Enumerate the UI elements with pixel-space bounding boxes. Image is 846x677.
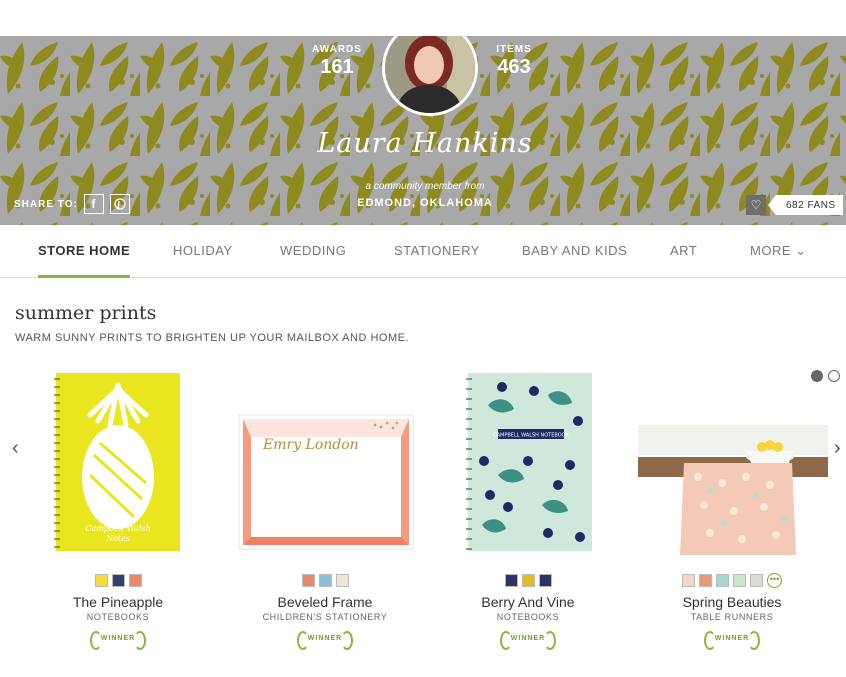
favorite-heart-icon[interactable]: ♡ xyxy=(746,195,766,215)
avatar-portrait xyxy=(385,36,475,113)
swatch-mint[interactable] xyxy=(733,574,746,587)
swatch-navy-2[interactable] xyxy=(538,574,552,587)
items-label: ITEMS xyxy=(496,44,532,55)
carousel-dot-2[interactable] xyxy=(828,370,840,382)
awards-label: AWARDS xyxy=(312,44,362,55)
items-stat: ITEMS 463 xyxy=(474,44,554,79)
tab-wedding[interactable]: WEDDING xyxy=(280,225,346,278)
product-image-berry-and-vine[interactable]: CAMPBELL WALSH NOTEBOOK xyxy=(438,365,618,560)
product-card-spring-beauties[interactable]: ••• Spring Beauties TABLE RUNNERS WINNER xyxy=(638,365,832,650)
share-label: SHARE TO: xyxy=(14,198,78,210)
svg-text:Campbell Walsh: Campbell Walsh xyxy=(85,524,150,533)
swatch-blush[interactable] xyxy=(682,574,695,587)
tab-baby-and-kids[interactable]: BABY AND KIDS xyxy=(522,225,627,278)
winner-badge: WINNER xyxy=(704,630,760,650)
collection-title: summer prints xyxy=(15,302,157,324)
swatch-coral[interactable] xyxy=(699,574,712,587)
product-image-pineapple[interactable]: Campbell Walsh Notes xyxy=(28,365,208,560)
fans-count[interactable]: 682 FANS xyxy=(768,195,843,215)
tab-stationery[interactable]: STATIONERY xyxy=(394,225,480,278)
swatch-coral[interactable] xyxy=(301,574,315,587)
store-nav: STORE HOME HOLIDAY WEDDING STATIONERY BA… xyxy=(0,225,846,278)
swatch-navy[interactable] xyxy=(504,574,518,587)
more-colors-icon[interactable]: ••• xyxy=(767,573,782,588)
tab-holiday[interactable]: HOLIDAY xyxy=(173,225,233,278)
color-swatches: ••• xyxy=(642,573,822,588)
location-text: EDMOND, OKLAHOMA xyxy=(357,197,493,209)
product-card-berry-and-vine[interactable]: CAMPBELL WALSH NOTEBOOK Berry And Vine N… xyxy=(438,365,618,650)
product-image-beveled-frame[interactable]: Emry London xyxy=(235,365,415,560)
facebook-icon[interactable]: f xyxy=(83,194,104,214)
svg-text:CAMPBELL WALSH NOTEBOOK: CAMPBELL WALSH NOTEBOOK xyxy=(493,433,569,439)
svg-text:Emry London: Emry London xyxy=(262,437,359,453)
product-category: NOTEBOOKS xyxy=(496,612,560,622)
tab-store-home[interactable]: STORE HOME xyxy=(38,225,131,278)
product-name[interactable]: Berry And Vine xyxy=(438,594,618,610)
pinterest-icon[interactable] xyxy=(109,194,130,214)
swatch-grey[interactable] xyxy=(750,574,763,587)
product-card-pineapple[interactable]: Campbell Walsh Notes The Pineapple NOTEB… xyxy=(28,365,208,650)
chevron-right-icon[interactable]: › xyxy=(834,437,841,460)
product-category: CHILDREN'S STATIONERY xyxy=(262,612,388,622)
product-category: TABLE RUNNERS xyxy=(690,612,774,622)
product-name[interactable]: Spring Beauties xyxy=(642,594,822,610)
member-text: a community member from xyxy=(365,181,485,192)
swatch-cream[interactable] xyxy=(335,574,349,587)
swatch-yellow[interactable] xyxy=(94,574,108,587)
winner-badge: WINNER xyxy=(90,630,146,650)
awards-stat: AWARDS 161 xyxy=(297,44,377,79)
items-count: 463 xyxy=(497,56,531,78)
tab-art[interactable]: ART xyxy=(670,225,697,278)
product-name[interactable]: Beveled Frame xyxy=(235,594,415,610)
color-swatches xyxy=(235,574,415,587)
product-card-beveled-frame[interactable]: Emry London Beveled Frame CHILDREN'S STA… xyxy=(235,365,415,650)
swatch-aqua[interactable] xyxy=(716,574,729,587)
profile-banner: AWARDS 161 ITEMS 463 Laura Hankins a com… xyxy=(0,36,846,225)
swatch-navy[interactable] xyxy=(111,574,125,587)
swatch-coral[interactable] xyxy=(128,574,142,587)
chevron-left-icon[interactable]: ‹ xyxy=(12,437,19,460)
tab-more[interactable]: MORE ⌄ xyxy=(750,225,807,278)
share-bar: SHARE TO: f xyxy=(14,194,130,214)
svg-text:Notes: Notes xyxy=(105,534,130,543)
product-name[interactable]: The Pineapple xyxy=(28,594,208,610)
swatch-blue[interactable] xyxy=(318,574,332,587)
profile-name-signature: Laura Hankins xyxy=(317,128,533,159)
awards-count: 161 xyxy=(320,56,354,78)
color-swatches xyxy=(28,574,208,587)
product-category: NOTEBOOKS xyxy=(86,612,150,622)
winner-badge: WINNER xyxy=(500,630,556,650)
swatch-gold[interactable] xyxy=(521,574,535,587)
collection-subtitle: WARM SUNNY PRINTS TO BRIGHTEN UP YOUR MA… xyxy=(15,332,410,344)
color-swatches xyxy=(438,574,618,587)
product-image-spring-beauties[interactable] xyxy=(638,365,832,560)
winner-badge: WINNER xyxy=(297,630,353,650)
